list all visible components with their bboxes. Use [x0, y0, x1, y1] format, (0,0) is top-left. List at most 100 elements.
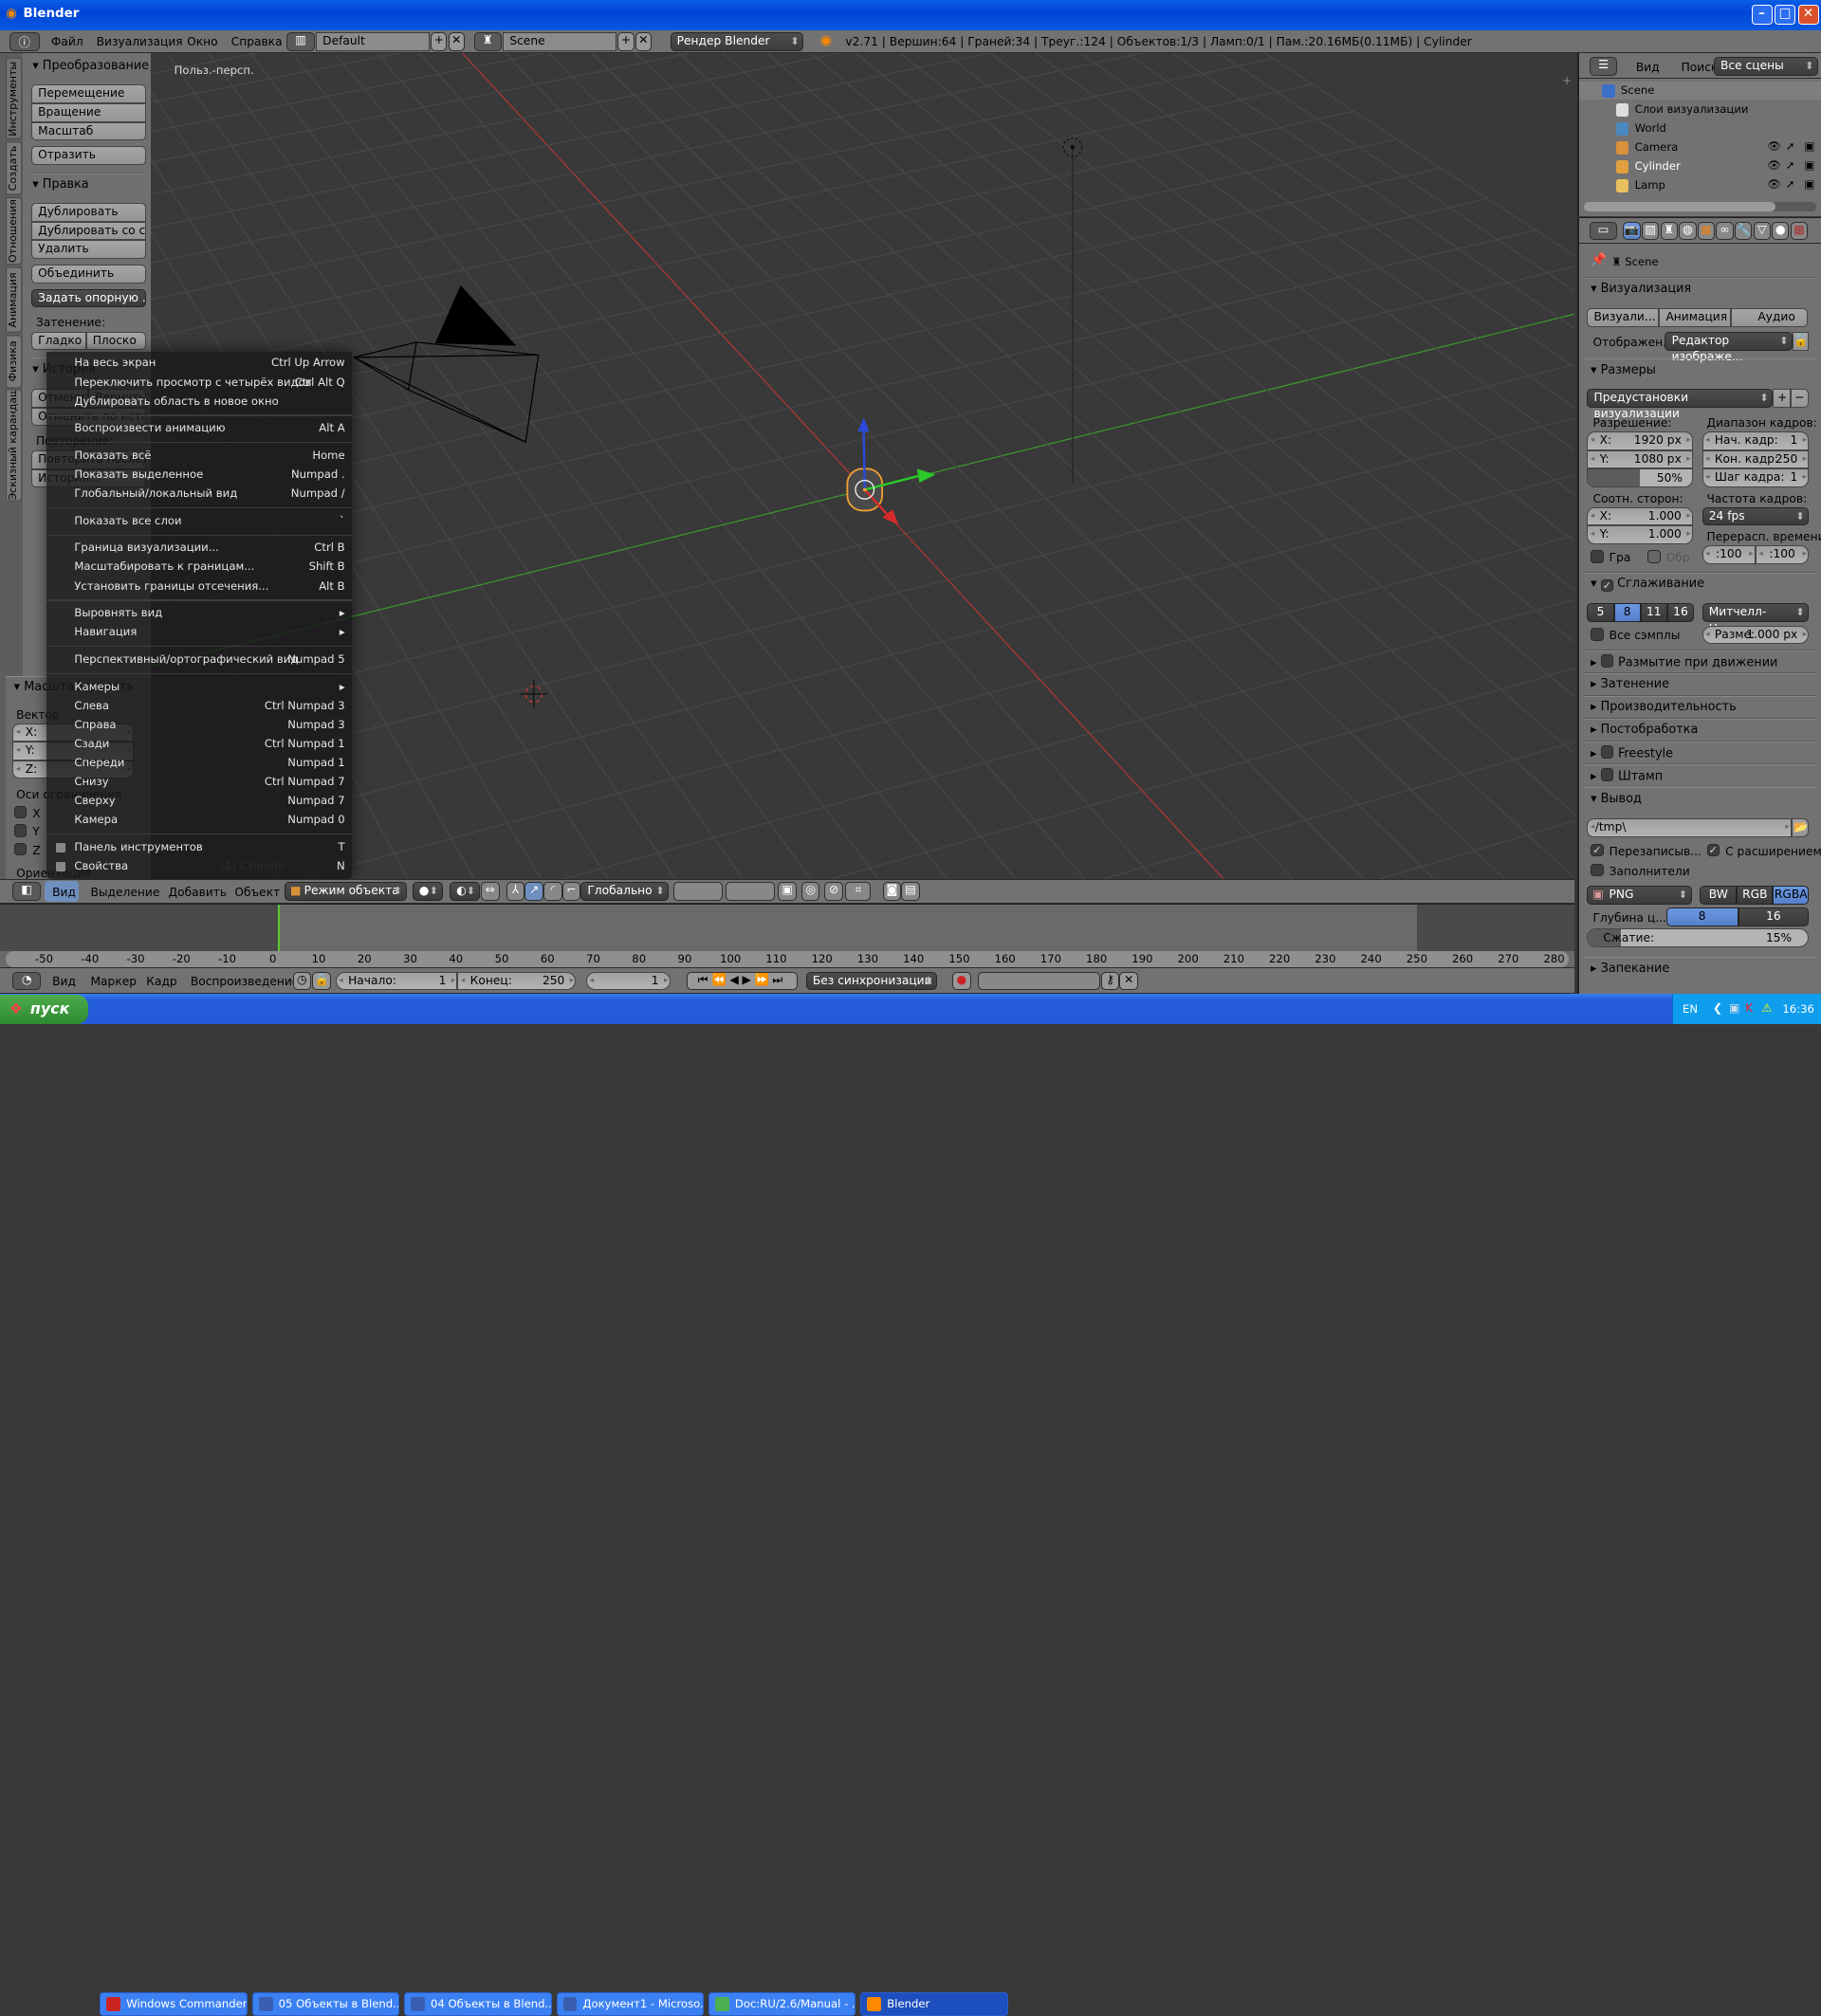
constraint-z-checkbox[interactable]	[13, 842, 28, 856]
aa-samples-11-button[interactable]: 11	[1640, 603, 1667, 623]
aa-filter-dropdown[interactable]: Митчелл-Нетра...	[1701, 603, 1810, 635]
layout-icon[interactable]: ▥	[286, 32, 315, 51]
aa-samples-16-button[interactable]: 16	[1666, 603, 1695, 623]
visibility-icon[interactable]: 👁	[1767, 158, 1781, 172]
aa-samples-8-button[interactable]: 8	[1613, 603, 1641, 623]
start-frame-field[interactable]: Начало: 1	[335, 971, 458, 991]
panel-enable-checkbox[interactable]	[1600, 654, 1614, 668]
panel-header[interactable]: ▸ Штамп	[1591, 768, 1663, 784]
menu-item-label[interactable]: Граница визуализации...	[74, 539, 218, 558]
object-origin[interactable]	[863, 487, 868, 492]
menu-item-label[interactable]: Масштабировать к границам...	[74, 558, 254, 577]
pin-icon[interactable]: 📌	[1591, 253, 1607, 267]
menu-item-label[interactable]: Спереди	[74, 754, 124, 773]
scene-context-icon[interactable]: ♜	[1660, 221, 1678, 241]
viewport-shading-dropdown[interactable]: ●	[412, 882, 443, 901]
maximize-button[interactable]: □	[1775, 4, 1796, 25]
join-button[interactable]: Объединить	[31, 265, 147, 284]
browse-folder-icon[interactable]: 📂	[1791, 818, 1810, 837]
render-image-button[interactable]: Визуали...	[1587, 308, 1660, 328]
outliner-item[interactable]: Слои визуализации	[1579, 101, 1821, 119]
delete-keyframe-icon[interactable]: ✕	[1119, 971, 1138, 991]
renderability-icon[interactable]: ▣	[1804, 158, 1814, 172]
manipulator-toggle-icon[interactable]: ⇔	[480, 882, 500, 901]
tray-expand-icon[interactable]: ❮	[1713, 1001, 1722, 1015]
panel-enable-checkbox[interactable]	[1600, 745, 1614, 759]
output-path-field[interactable]: /tmp\	[1587, 818, 1792, 837]
smooth-button[interactable]: Гладко	[31, 332, 86, 350]
menu-item-label[interactable]: Навигация	[74, 623, 137, 642]
tab-create[interactable]: Создать	[6, 141, 23, 195]
proportional-edit-icon[interactable]: ◎	[800, 882, 820, 901]
end-frame-field[interactable]: Конец: 250	[457, 971, 577, 991]
timeline-menu-view[interactable]: Вид	[52, 975, 76, 988]
menu-help[interactable]: Справка	[231, 35, 283, 48]
network-icon[interactable]: ▣	[1729, 1001, 1740, 1015]
resolution-percentage-slider[interactable]: 50%	[1587, 468, 1693, 488]
minimize-button[interactable]: –	[1751, 4, 1773, 25]
pivot-point-dropdown[interactable]: ◐	[449, 882, 480, 901]
warning-icon[interactable]: ⚠	[1761, 1001, 1772, 1015]
menu-object[interactable]: Объект	[234, 886, 280, 899]
record-icon[interactable]: ●	[952, 971, 971, 991]
taskbar-item[interactable]: Документ1 - Microso...	[556, 1992, 705, 2016]
properties-editor-type-button[interactable]: ▭	[1589, 221, 1618, 241]
render-animation-button[interactable]: Анимация	[1659, 308, 1732, 328]
timeline-menu-marker[interactable]: Маркер	[91, 975, 138, 988]
taskbar-item[interactable]: Blender	[860, 1992, 1008, 2016]
file-format-dropdown[interactable]: ▣ PNG	[1587, 886, 1692, 905]
full-sample-checkbox[interactable]	[1591, 628, 1604, 641]
color-bw-button[interactable]: BW	[1700, 886, 1738, 905]
menu-item[interactable]: Глобальный/локальный вид Numpad /	[46, 485, 352, 504]
preview-range-icon[interactable]: ◷	[292, 971, 312, 991]
rotate-button[interactable]: Вращение	[31, 102, 147, 122]
panel-dimensions-header[interactable]: ▾ Размеры	[1591, 363, 1656, 377]
menu-item-label[interactable]: Перспективный/ортографический вид	[74, 651, 298, 669]
keying-set-field[interactable]	[978, 971, 1100, 991]
menu-item-label[interactable]: Сверху	[74, 792, 115, 811]
visibility-icon[interactable]: 👁	[1767, 139, 1781, 153]
antialiasing-checkbox[interactable]: ✓	[1600, 578, 1614, 593]
menu-item-label[interactable]: Сзади	[74, 735, 109, 754]
menu-item-label[interactable]: Показать всё	[74, 447, 151, 466]
scale-manipulator-icon[interactable]: ⌐	[561, 882, 581, 901]
time-remap-old-field[interactable]: :100	[1701, 545, 1756, 564]
lamp-center[interactable]	[1070, 145, 1076, 150]
visibility-icon[interactable]: 👁	[1767, 177, 1781, 191]
panel-header[interactable]: ▸ Freestyle	[1591, 745, 1673, 761]
add-layout-button[interactable]: +	[431, 32, 448, 51]
menu-item-label[interactable]: Показать выделенное	[74, 466, 203, 485]
insert-keyframe-icon[interactable]: ⚷	[1100, 971, 1120, 991]
renderability-icon[interactable]: ▣	[1804, 139, 1814, 153]
outliner-menu-search[interactable]: Поиск	[1682, 61, 1719, 74]
panel-enable-checkbox[interactable]	[1600, 768, 1614, 781]
menu-file[interactable]: Файл	[51, 35, 83, 48]
lock-interface-icon[interactable]: 🔓	[1793, 331, 1810, 351]
menu-item-label[interactable]: Камера	[74, 811, 118, 830]
placeholders-checkbox[interactable]	[1591, 863, 1604, 877]
depth-16-button[interactable]: 16	[1738, 907, 1810, 926]
panel-edit-header[interactable]: ▾ Правка	[32, 177, 88, 192]
panel-render-header[interactable]: ▾ Визуализация	[1591, 282, 1691, 296]
frame-end-field[interactable]: Кон. кадр:250	[1701, 449, 1810, 469]
outliner-display-mode-dropdown[interactable]: Все сцены	[1713, 56, 1819, 76]
taskbar-item[interactable]: Doc:RU/2.6/Manual - ...	[708, 1992, 856, 2016]
panel-antialiasing-header[interactable]: ▾ ✓ Сглаживание	[1591, 577, 1704, 593]
tab-animation[interactable]: Анимация	[6, 266, 23, 333]
menu-item-label[interactable]: Камеры	[74, 678, 120, 697]
transform-orientation-dropdown[interactable]: Глобально	[580, 882, 670, 901]
panel-header[interactable]: ▸ Затенение	[1591, 677, 1669, 691]
menu-item-label[interactable]: Панель инструментов	[74, 838, 202, 857]
frame-start-field[interactable]: Нач. кадр: 1	[1701, 431, 1810, 450]
playback-controls[interactable]: ⏮⏪◀▶⏩⏭	[686, 971, 799, 991]
menu-item-label[interactable]: Справа	[74, 716, 116, 735]
duplicate-linked-button[interactable]: Дублировать со св...	[31, 221, 147, 241]
menu-add[interactable]: Добавить	[169, 886, 228, 899]
overwrite-checkbox[interactable]: ✓	[1591, 843, 1604, 857]
3d-viewport[interactable]	[23, 53, 1575, 879]
timeline-menu-frame[interactable]: Кадр	[146, 975, 176, 988]
antivirus-icon[interactable]: K	[1745, 1001, 1753, 1015]
rotate-manipulator-icon[interactable]: ◜	[543, 882, 562, 901]
outliner-item[interactable]: Cylinder 👁 ➚ ▣	[1579, 157, 1821, 176]
data-context-icon[interactable]: ▽	[1753, 221, 1771, 241]
